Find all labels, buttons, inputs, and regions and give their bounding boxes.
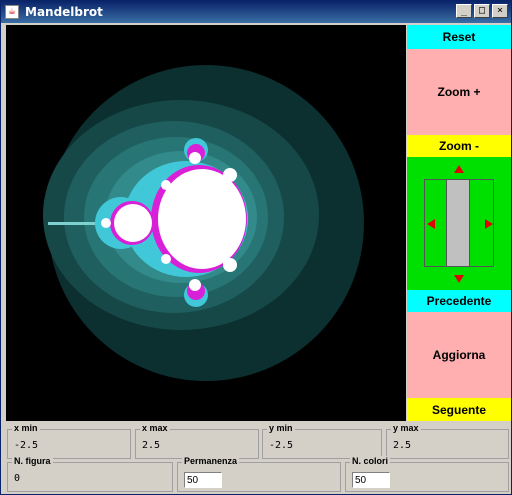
permanenza-label: Permanenza [182,456,240,466]
permanenza-field: Permanenza [177,456,341,492]
pan-up-icon[interactable] [454,165,464,173]
previous-button[interactable]: Precedente [407,290,511,312]
y-max-value: 2.5 [393,440,412,451]
x-max-field: x max 2.5 [135,423,259,459]
zoom-in-button[interactable]: Zoom + [407,49,511,135]
fractal-image [6,25,406,421]
refresh-button[interactable]: Aggiorna [407,312,511,398]
minimize-button[interactable]: _ [456,4,472,18]
x-min-field: x min -2.5 [7,423,131,459]
pan-left-icon[interactable] [427,219,435,229]
mandelbrot-window: ☕ Mandelbrot _ □ × Reset Zoom + Zoom - P… [0,0,512,495]
reset-button[interactable]: Reset [407,25,511,49]
x-max-label: x max [140,423,170,433]
close-button[interactable]: × [492,4,508,18]
window-controls: _ □ × [456,4,508,18]
y-min-field: y min -2.5 [262,423,382,459]
maximize-button[interactable]: □ [474,4,490,18]
n-colori-input[interactable] [352,472,390,488]
n-colori-field: N. colori [345,456,509,492]
n-figura-label: N. figura [12,456,53,466]
x-min-label: x min [12,423,40,433]
y-max-label: y max [391,423,421,433]
x-min-value: -2.5 [14,440,39,451]
n-figura-value: 0 [14,473,21,484]
pan-down-icon[interactable] [454,275,464,283]
y-min-label: y min [267,423,295,433]
pan-right-icon[interactable] [485,219,493,229]
title-bar[interactable]: ☕ Mandelbrot _ □ × [1,1,511,23]
permanenza-input[interactable] [184,472,222,488]
next-button[interactable]: Seguente [407,398,511,421]
navigation-pad[interactable] [407,157,511,290]
y-min-value: -2.5 [269,440,294,451]
nav-thumb[interactable] [446,179,470,267]
n-figura-field: N. figura 0 [7,456,173,492]
zoom-out-button[interactable]: Zoom - [407,135,511,157]
control-panel: Reset Zoom + Zoom - Precedente Aggiorna … [407,25,511,421]
x-max-value: 2.5 [142,440,161,451]
java-icon: ☕ [5,5,19,19]
window-title: Mandelbrot [25,5,103,19]
mandelbrot-canvas[interactable] [6,25,406,421]
y-max-field: y max 2.5 [386,423,509,459]
n-colori-label: N. colori [350,456,391,466]
